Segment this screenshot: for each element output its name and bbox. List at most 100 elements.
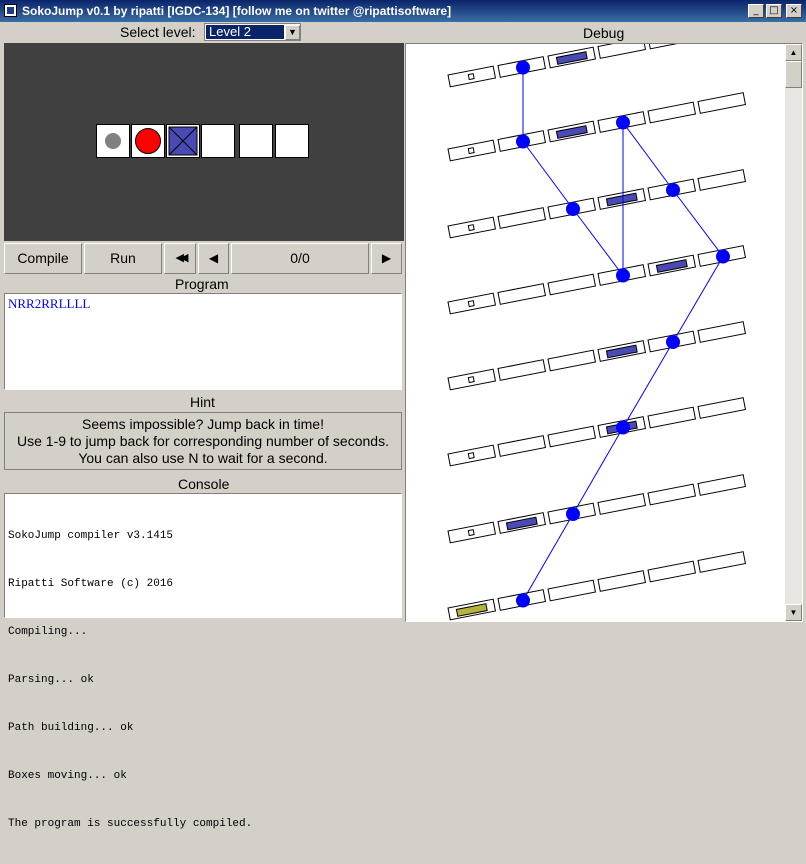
debug-cell	[447, 65, 497, 88]
player-ball-icon	[135, 128, 161, 154]
debug-cell	[497, 435, 547, 457]
path-edge	[572, 208, 624, 276]
window-title: SokoJump v0.1 by ripatti [IGDC-134] [fol…	[22, 4, 452, 18]
select-level-label: Select level:	[120, 24, 196, 40]
minimize-button[interactable]: _	[748, 4, 764, 18]
debug-cell	[647, 44, 697, 50]
console-line: The program is successfully compiled.	[8, 818, 253, 830]
game-cell	[275, 124, 309, 158]
debug-cell	[597, 340, 647, 362]
debug-cell	[497, 207, 547, 229]
title-bar[interactable]: SokoJump v0.1 by ripatti [IGDC-134] [fol…	[0, 0, 806, 22]
player-position-node	[516, 60, 530, 75]
player-position-node	[566, 507, 580, 521]
debug-cell	[447, 521, 497, 544]
debug-cell	[597, 44, 647, 59]
app-icon	[4, 4, 17, 17]
step-back-icon[interactable]: ◀	[198, 243, 229, 274]
game-cell	[131, 124, 165, 158]
compile-button[interactable]: Compile	[4, 243, 82, 274]
game-view	[4, 43, 404, 241]
debug-cell	[497, 359, 547, 381]
console-line: SokoJump compiler v3.1415	[8, 530, 174, 542]
console-line: Parsing... ok	[8, 674, 94, 686]
game-cell	[239, 124, 273, 158]
run-button[interactable]: Run	[84, 243, 162, 274]
player-position-node	[516, 593, 530, 608]
debug-cell	[447, 598, 497, 621]
debug-cell	[647, 406, 697, 429]
hint-title: Hint	[190, 394, 215, 410]
debug-cell	[547, 579, 597, 602]
debug-title: Debug	[583, 25, 625, 41]
console-output[interactable]: SokoJump compiler v3.1415 Ripatti Softwa…	[4, 493, 402, 830]
level-select-value: Level 2	[206, 25, 284, 39]
debug-cell	[697, 474, 747, 496]
player-position-node	[666, 183, 680, 197]
debug-cell	[697, 551, 747, 573]
player-position-node	[516, 134, 530, 149]
scroll-thumb[interactable]	[785, 61, 802, 88]
scroll-up-icon[interactable]: ▲	[785, 44, 802, 61]
debug-cell	[647, 254, 697, 277]
vertical-scrollbar[interactable]: ▲ ▼	[785, 44, 802, 621]
path-edge	[522, 141, 574, 210]
debug-cell	[597, 188, 647, 210]
player-position-node	[616, 115, 630, 130]
game-cell	[96, 124, 130, 158]
console-title: Console	[178, 476, 230, 492]
debug-cell	[697, 169, 747, 191]
debug-cell	[447, 292, 497, 315]
debug-cell	[497, 283, 547, 305]
debug-cell	[447, 444, 497, 467]
maximize-button[interactable]: □	[766, 4, 782, 18]
player-position-node	[616, 268, 630, 283]
box-icon	[168, 126, 198, 156]
hint-line: You can also use N to wait for a second.	[78, 450, 328, 466]
hint-box: Seems impossible? Jump back in time! Use…	[4, 412, 402, 470]
console-line: Ripatti Software (c) 2016	[8, 578, 174, 590]
debug-cell	[447, 216, 497, 239]
program-title: Program	[175, 276, 229, 292]
debug-cell	[697, 321, 747, 343]
debug-cell	[697, 92, 747, 114]
progress-display[interactable]: 0/0	[231, 243, 369, 274]
grey-dot-icon	[105, 133, 121, 149]
player-position-node	[716, 249, 730, 264]
game-cell	[166, 124, 200, 158]
debug-cell	[447, 368, 497, 391]
console-line: Boxes moving... ok	[8, 770, 127, 782]
player-position-node	[566, 202, 580, 216]
hint-line: Seems impossible? Jump back in time!	[82, 416, 324, 432]
chevron-down-icon[interactable]: ▼	[285, 25, 300, 40]
player-position-node	[616, 420, 630, 435]
debug-cell	[447, 139, 497, 162]
close-button[interactable]: ×	[786, 4, 802, 18]
path-edge	[622, 122, 674, 191]
step-forward-icon[interactable]: ▶	[371, 243, 402, 274]
hint-line: Use 1-9 to jump back for corresponding n…	[17, 433, 389, 449]
player-position-node	[666, 335, 680, 349]
console-line: Path building... ok	[8, 722, 134, 734]
rewind-icon[interactable]: ◀◀	[164, 243, 196, 274]
program-editor[interactable]: NRR2RRLLLL	[4, 293, 402, 390]
debug-graph	[447, 44, 747, 621]
debug-cell	[697, 397, 747, 419]
path-edge	[672, 189, 724, 257]
debug-cell	[497, 512, 547, 534]
program-code: NRR2RRLLLL	[8, 296, 91, 311]
debug-cell	[597, 493, 647, 515]
debug-cell	[647, 483, 697, 506]
scroll-down-icon[interactable]: ▼	[785, 604, 802, 621]
game-cell	[201, 124, 235, 158]
debug-cell	[647, 560, 697, 583]
debug-cell	[597, 570, 647, 592]
debug-cell	[647, 101, 697, 124]
debug-cell	[547, 46, 597, 69]
console-line: Compiling...	[8, 626, 88, 638]
debug-view[interactable]: ▲ ▼	[405, 43, 803, 622]
debug-cell	[547, 349, 597, 372]
level-select[interactable]: Level 2 ▼	[204, 23, 301, 41]
debug-cell	[547, 120, 597, 143]
debug-cell	[547, 425, 597, 448]
